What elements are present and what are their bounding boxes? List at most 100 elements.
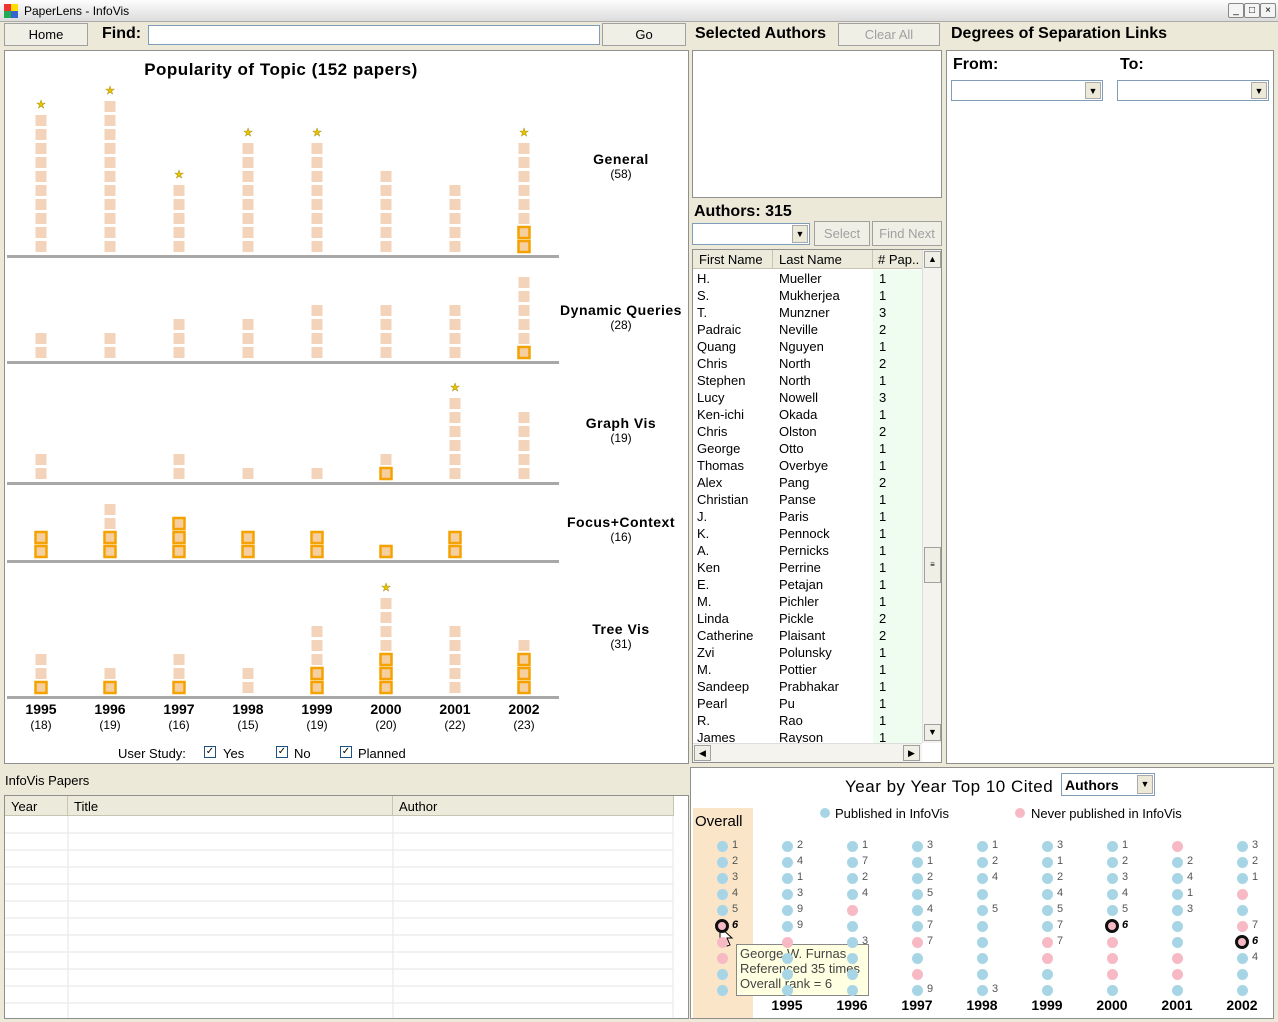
paper-square[interactable] [449,319,461,330]
paper-square[interactable] [173,333,185,344]
author-row[interactable]: Padraic Neville 2 [693,321,921,338]
paper-square[interactable] [34,680,48,695]
paper-square[interactable] [173,227,185,238]
paper-square[interactable] [449,640,461,651]
authors-hscrollbar[interactable]: ◀ ▶ [693,743,922,762]
paper-square[interactable] [311,171,323,182]
maximize-icon[interactable]: □ [1244,3,1260,18]
paper-square[interactable] [103,680,117,695]
overall-author-dot[interactable] [717,969,728,980]
paper-square[interactable] [104,199,116,210]
paper-square[interactable] [380,185,392,196]
paper-square[interactable] [242,468,254,479]
paper-square[interactable] [242,199,254,210]
paper-square[interactable] [518,440,530,451]
paper-square[interactable] [104,227,116,238]
paper-square[interactable] [517,666,531,681]
paper-square[interactable] [172,530,186,545]
paper-square[interactable] [241,530,255,545]
paper-square[interactable] [448,530,462,545]
year-author-dot[interactable] [1042,985,1053,996]
overall-author-dot[interactable] [717,873,728,884]
paper-square[interactable] [518,468,530,479]
author-row[interactable]: Alex Pang 2 [693,474,921,491]
year-author-dot[interactable] [847,953,858,964]
paper-square[interactable] [518,213,530,224]
col-author[interactable]: Author [393,796,674,816]
paper-square[interactable] [449,185,461,196]
year-author-dot[interactable] [1107,889,1118,900]
paper-square[interactable] [35,468,47,479]
paper-square[interactable] [518,426,530,437]
year-author-dot[interactable] [912,969,923,980]
overall-author-dot[interactable] [717,889,728,900]
go-button[interactable]: Go [602,23,686,46]
paper-square[interactable] [518,185,530,196]
year-author-dot[interactable] [1172,889,1183,900]
paper-square[interactable] [242,227,254,238]
col-year[interactable]: Year [5,796,68,816]
year-author-dot[interactable] [912,873,923,884]
author-row[interactable]: A. Pernicks 1 [693,542,921,559]
paper-square[interactable] [310,544,324,559]
year-author-dot[interactable] [1172,873,1183,884]
year-author-dot[interactable] [847,889,858,900]
scroll-right-icon[interactable]: ▶ [903,745,920,761]
paper-square[interactable] [311,157,323,168]
paper-square[interactable] [173,185,185,196]
paper-square[interactable] [518,199,530,210]
paper-square[interactable] [449,440,461,451]
year-author-dot[interactable] [1042,937,1053,948]
author-row[interactable]: E. Petajan 1 [693,576,921,593]
col-paper-count[interactable]: # Pap.. [873,250,922,269]
year-author-dot[interactable] [1237,921,1248,932]
to-select[interactable]: ▼ [1117,80,1269,101]
paper-square[interactable] [518,171,530,182]
paper-square[interactable] [173,668,185,679]
paper-square[interactable] [380,626,392,637]
year-author-dot[interactable] [847,857,858,868]
year-author-dot[interactable] [1172,921,1183,932]
paper-square[interactable] [35,143,47,154]
year-author-dot[interactable] [1237,873,1248,884]
paper-square[interactable] [380,319,392,330]
paper-square[interactable] [242,347,254,358]
paper-square[interactable] [380,199,392,210]
paper-square[interactable] [449,454,461,465]
paper-square[interactable] [311,319,323,330]
year-author-dot[interactable] [1042,873,1053,884]
paper-square[interactable] [173,347,185,358]
year-author-dot[interactable] [1172,905,1183,916]
paper-square[interactable] [311,333,323,344]
paper-square[interactable] [379,466,393,481]
year-author-dot[interactable] [847,985,858,996]
paper-square[interactable] [311,199,323,210]
overall-author-dot[interactable] [717,937,728,948]
paper-square[interactable] [518,277,530,288]
year-author-dot[interactable] [847,873,858,884]
paper-square[interactable] [35,199,47,210]
paper-square[interactable] [104,157,116,168]
scroll-down-icon[interactable]: ▼ [924,724,941,741]
paper-square[interactable] [241,544,255,559]
paper-square[interactable] [449,305,461,316]
paper-square[interactable] [104,171,116,182]
top10-mode-select[interactable]: Authors ▼ [1061,773,1155,796]
paper-square[interactable] [449,347,461,358]
paper-square[interactable] [449,412,461,423]
paper-square[interactable] [380,640,392,651]
paper-square[interactable] [518,305,530,316]
paper-square[interactable] [518,291,530,302]
author-row[interactable]: Ken-ichi Okada 1 [693,406,921,423]
year-author-dot[interactable] [1172,985,1183,996]
year-author-dot[interactable] [782,857,793,868]
overall-author-dot[interactable] [717,905,728,916]
paper-square[interactable] [311,640,323,651]
paper-square[interactable] [449,398,461,409]
topic-name[interactable]: Tree Vis [556,621,686,637]
year-author-dot[interactable] [1107,841,1118,852]
paper-square[interactable] [242,213,254,224]
yes-checkbox[interactable]: ✓ [204,746,216,758]
paper-square[interactable] [517,239,531,254]
year-author-dot[interactable] [1237,841,1248,852]
